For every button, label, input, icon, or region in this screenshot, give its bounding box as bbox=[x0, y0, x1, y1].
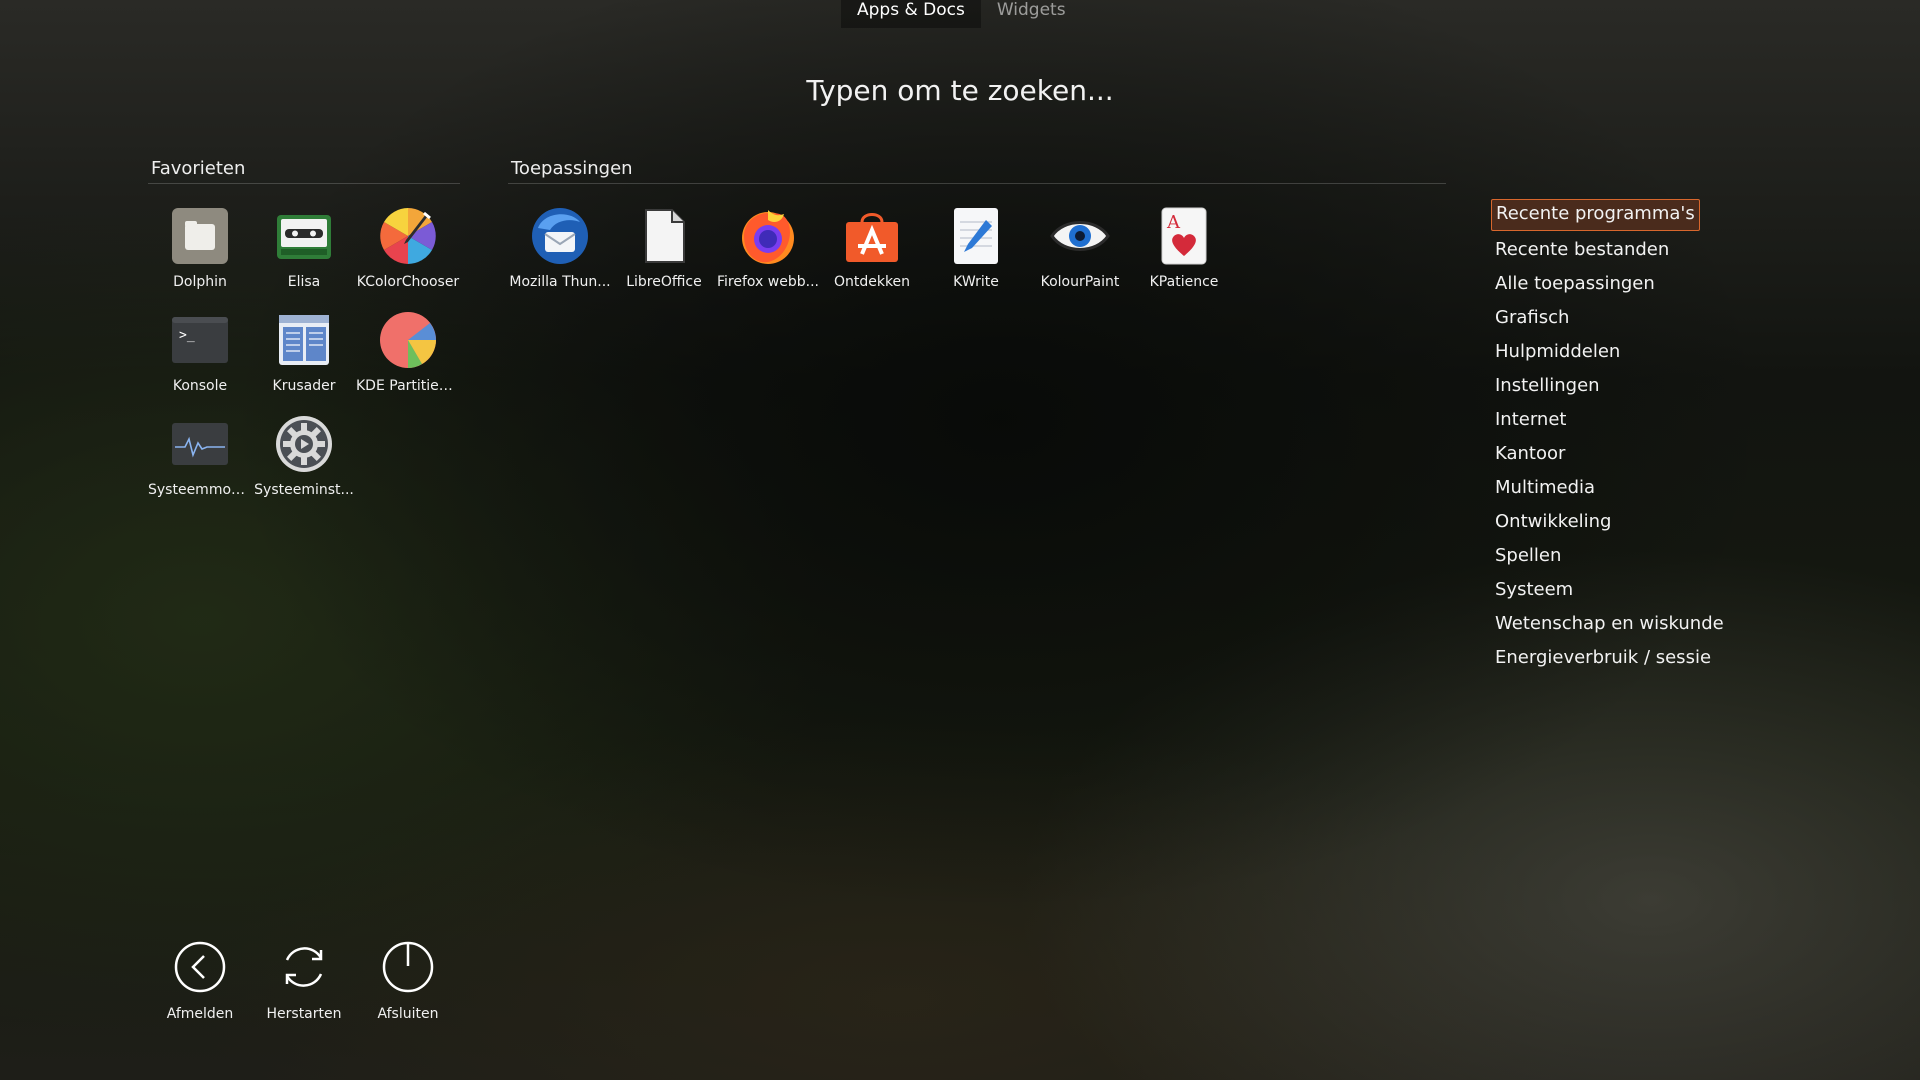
category-graphics[interactable]: Grafisch bbox=[1491, 303, 1751, 337]
category-games[interactable]: Spellen bbox=[1491, 541, 1751, 575]
category-utilities[interactable]: Hulpmiddelen bbox=[1491, 337, 1751, 371]
partition-pie-icon bbox=[378, 310, 438, 370]
app-label: Mozilla Thun... bbox=[509, 274, 611, 290]
system-settings-gear-icon bbox=[274, 414, 334, 474]
category-power-session[interactable]: Energieverbruik / sessie bbox=[1491, 643, 1751, 677]
category-office[interactable]: Kantoor bbox=[1491, 439, 1751, 473]
category-recent-programs[interactable]: Recente programma's bbox=[1491, 199, 1700, 231]
favorite-label: KDE Partitieb... bbox=[356, 378, 460, 394]
restart-label: Herstarten bbox=[266, 1006, 342, 1022]
svg-text:A: A bbox=[1166, 212, 1181, 233]
applications-title: Toepassingen bbox=[508, 158, 1446, 184]
app-libreoffice[interactable]: LibreOffice bbox=[612, 206, 716, 306]
libreoffice-icon bbox=[634, 206, 694, 266]
category-settings[interactable]: Instellingen bbox=[1491, 371, 1751, 405]
shutdown-button[interactable]: Afsluiten bbox=[356, 940, 460, 1022]
favorite-label: Systeemmon... bbox=[148, 482, 252, 498]
app-label: KolourPaint bbox=[1040, 274, 1120, 290]
app-kolourpaint[interactable]: KolourPaint bbox=[1028, 206, 1132, 306]
favorite-krusader[interactable]: Krusader bbox=[252, 310, 356, 410]
playing-card-icon: A bbox=[1154, 206, 1214, 266]
system-monitor-icon bbox=[170, 414, 230, 474]
app-kwrite[interactable]: KWrite bbox=[924, 206, 1028, 306]
logout-button[interactable]: Afmelden bbox=[148, 940, 252, 1022]
favorite-label: Konsole bbox=[172, 378, 228, 394]
music-player-icon bbox=[274, 206, 334, 266]
restart-button[interactable]: Herstarten bbox=[252, 940, 356, 1022]
favorites-title: Favorieten bbox=[148, 158, 460, 184]
category-development[interactable]: Ontwikkeling bbox=[1491, 507, 1751, 541]
app-label: Ontdekken bbox=[833, 274, 911, 290]
category-internet[interactable]: Internet bbox=[1491, 405, 1751, 439]
firefox-icon bbox=[738, 206, 798, 266]
favorite-label: Elisa bbox=[287, 274, 321, 290]
app-label: LibreOffice bbox=[626, 274, 702, 290]
app-thunderbird[interactable]: Mozilla Thun... bbox=[508, 206, 612, 306]
category-system[interactable]: Systeem bbox=[1491, 575, 1751, 609]
category-list: Recente programma's Recente bestanden Al… bbox=[1491, 199, 1751, 677]
folder-icon bbox=[170, 206, 230, 266]
file-manager-icon bbox=[274, 310, 334, 370]
top-tabs: Apps & Docs Widgets bbox=[841, 0, 1082, 28]
svg-text:>_: >_ bbox=[179, 328, 195, 343]
favorite-kde-partition[interactable]: KDE Partitieb... bbox=[356, 310, 460, 410]
logout-icon bbox=[148, 940, 252, 998]
favorite-label: Krusader bbox=[272, 378, 336, 394]
category-all-applications[interactable]: Alle toepassingen bbox=[1491, 269, 1751, 303]
category-science-math[interactable]: Wetenschap en wiskunde bbox=[1491, 609, 1751, 643]
app-label: KPatience bbox=[1149, 274, 1219, 290]
shutdown-icon bbox=[356, 940, 460, 998]
terminal-icon: >_ bbox=[170, 310, 230, 370]
search-prompt[interactable]: Typen om te zoeken... bbox=[0, 74, 1920, 107]
favorite-system-monitor[interactable]: Systeemmon... bbox=[148, 414, 252, 514]
app-kpatience[interactable]: A KPatience bbox=[1132, 206, 1236, 306]
shutdown-label: Afsluiten bbox=[377, 1006, 439, 1022]
favorite-label: Systeeminst... bbox=[254, 482, 354, 498]
category-recent-files[interactable]: Recente bestanden bbox=[1491, 235, 1751, 269]
favorite-kcolorchooser[interactable]: KColorChooser bbox=[356, 206, 460, 306]
app-label: Firefox webb... bbox=[717, 274, 819, 290]
app-label: KWrite bbox=[953, 274, 999, 290]
restart-icon bbox=[252, 940, 356, 998]
discover-store-icon bbox=[842, 206, 902, 266]
favorite-system-settings[interactable]: Systeeminst... bbox=[252, 414, 356, 514]
app-firefox[interactable]: Firefox webb... bbox=[716, 206, 820, 306]
logout-label: Afmelden bbox=[166, 1006, 234, 1022]
app-ontdekken[interactable]: Ontdekken bbox=[820, 206, 924, 306]
favorite-elisa[interactable]: Elisa bbox=[252, 206, 356, 306]
kolourpaint-eye-icon bbox=[1050, 206, 1110, 266]
favorite-label: KColorChooser bbox=[356, 274, 460, 290]
color-wheel-icon bbox=[378, 206, 438, 266]
category-multimedia[interactable]: Multimedia bbox=[1491, 473, 1751, 507]
favorite-konsole[interactable]: >_ Konsole bbox=[148, 310, 252, 410]
favorite-dolphin[interactable]: Dolphin bbox=[148, 206, 252, 306]
tab-widgets[interactable]: Widgets bbox=[981, 0, 1082, 28]
thunderbird-icon bbox=[530, 206, 590, 266]
kwrite-pencil-icon bbox=[946, 206, 1006, 266]
tab-apps-docs[interactable]: Apps & Docs bbox=[841, 0, 981, 28]
favorite-label: Dolphin bbox=[173, 274, 227, 290]
